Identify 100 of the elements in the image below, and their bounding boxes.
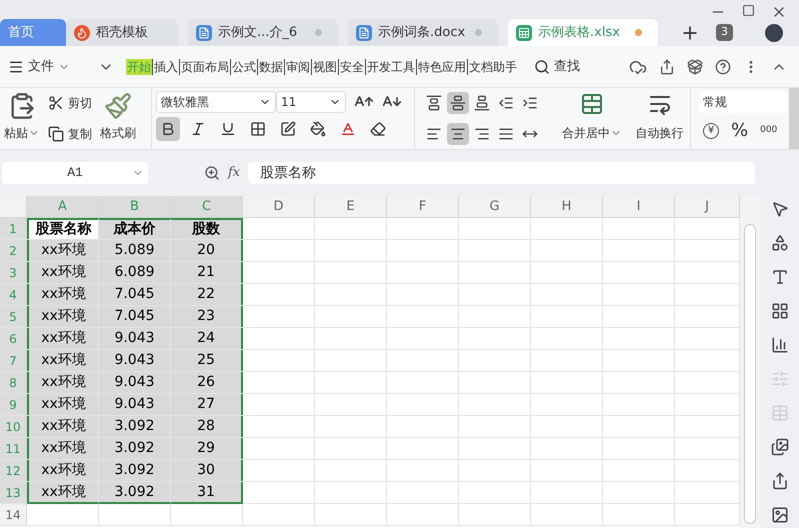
table-cell-text: 7.045 [114,307,155,326]
bold-button[interactable] [156,117,180,141]
table-cell-text: 26 [197,373,215,392]
table-cell-text: 9.043 [114,351,155,370]
underline-icon [220,121,236,137]
table-cell-text: 9.043 [114,395,155,414]
column-header[interactable]: E [315,196,387,217]
table-cell-text: xx环境 [41,482,86,502]
image-icon[interactable] [770,506,788,524]
alignment-icon [450,126,466,142]
row-header[interactable]: 14 [0,504,27,525]
align-button[interactable] [447,122,469,144]
grid-icon[interactable] [770,302,788,320]
menu-tab[interactable]: 特色应用 [416,58,467,74]
merge-cells-icon [580,92,604,116]
table-cell-text: xx环境 [41,351,86,370]
table-cell-text: 21 [197,263,215,282]
table-cell-text: 25 [197,351,215,370]
menu-tab[interactable]: 页面布局 [179,58,230,74]
scissors-icon [48,95,64,112]
search-icon [534,58,550,74]
file-menu[interactable]: 文件 [8,56,70,76]
table-cell-text: 9.043 [114,373,155,392]
box-icon[interactable] [687,58,703,74]
shapes-icon[interactable] [770,234,788,252]
share-icon[interactable] [770,472,788,490]
table-cell-text: 7.045 [114,285,155,304]
tab-count-badge[interactable]: 3 [716,24,733,41]
share-icon[interactable] [659,58,675,74]
fx-label[interactable]: fx [228,163,240,183]
font-color-icon [340,121,356,137]
document-tab[interactable]: 示例文...介_6 [188,19,338,46]
table-cell-text: 27 [197,395,215,414]
menu-tab[interactable]: 开发工具 [365,58,416,74]
column-header[interactable]: I [603,196,675,217]
menu-tab[interactable]: 视图 [311,58,338,74]
column-header[interactable]: D [243,196,315,217]
percent-button[interactable]: % [731,117,748,144]
bar-chart-icon[interactable] [770,336,788,354]
table-cell-text: 成本价 [114,220,156,239]
zoom-icon[interactable] [204,165,220,181]
table-cell-text: xx环境 [41,373,86,392]
column-header[interactable]: H [531,196,603,217]
thousands-button[interactable]: 000 [760,124,778,138]
table-cell-text: 9.043 [114,329,155,348]
menu-tab[interactable]: 安全 [338,58,365,74]
text-icon[interactable] [770,268,788,286]
column-header[interactable]: F [387,196,459,217]
document-tab[interactable]: 示例表格.xlsx [508,19,658,46]
document-tab[interactable]: 示例词条.docx [348,19,498,46]
flame-icon [74,24,90,40]
formula-field[interactable]: 股票名称 [248,162,755,184]
table-cell-text: 股数 [192,220,220,239]
number-format-dropdown[interactable]: 常规 [699,91,787,113]
alignment-icon [426,126,442,142]
table-cell-text: 23 [197,307,215,326]
avatar[interactable] [765,24,783,42]
table-cell-text: xx环境 [41,307,86,326]
paintbrush-icon [104,92,132,120]
menu-tab[interactable]: 数据 [257,58,284,74]
menu-tab[interactable]: 审阅 [284,58,311,74]
wrap-text-button[interactable]: 自动换行 [633,88,691,149]
format-painter-button[interactable]: 格式刷 [100,88,136,149]
italic-icon [190,121,206,137]
name-box[interactable]: A1 [2,162,148,184]
alignment-icon [450,95,466,111]
table-cell-text: 3.092 [114,461,155,480]
copy-button[interactable]: 复制 [48,124,92,143]
paint-bucket-icon [310,121,326,137]
scrollbar[interactable] [744,224,756,524]
paste-button[interactable]: 粘贴 [4,88,40,149]
search-button[interactable]: 查找 [534,56,580,76]
table-cell-text: xx环境 [41,395,86,414]
menu-tab[interactable]: 插入 [152,58,179,74]
help-icon[interactable] [715,58,731,74]
currency-button[interactable]: ¥ [703,122,719,138]
font-size-dropdown[interactable]: 11 [276,91,346,113]
alignment-icon [426,95,442,111]
document-tab[interactable]: 稻壳模板 [66,19,178,46]
table-cell-text: 29 [197,439,215,458]
images-icon[interactable] [770,438,788,456]
menu-tab[interactable]: 文档助手 [467,58,518,74]
alignment-icon [522,95,538,111]
alignment-icon [474,95,490,111]
cut-button[interactable]: 剪切 [48,94,92,112]
column-header[interactable]: G [459,196,531,217]
table-cell-text: 6.089 [114,263,155,282]
document-icon [196,24,212,40]
maximize-icon[interactable] [742,4,755,17]
table-cell-text: xx环境 [41,329,86,348]
table-cell-text: xx环境 [41,461,86,480]
eraser-icon [370,121,386,137]
table-cell-text: xx环境 [41,417,86,436]
pointer-icon[interactable] [770,200,788,218]
alignment-icon [498,126,514,142]
font-name-dropdown[interactable]: 微软雅黑 [156,91,276,113]
merge-center-button[interactable]: 合并居中 [559,88,625,149]
align-button[interactable] [447,92,469,114]
menu-tab[interactable]: 公式 [230,58,257,74]
table-cell-text: 24 [197,329,215,348]
